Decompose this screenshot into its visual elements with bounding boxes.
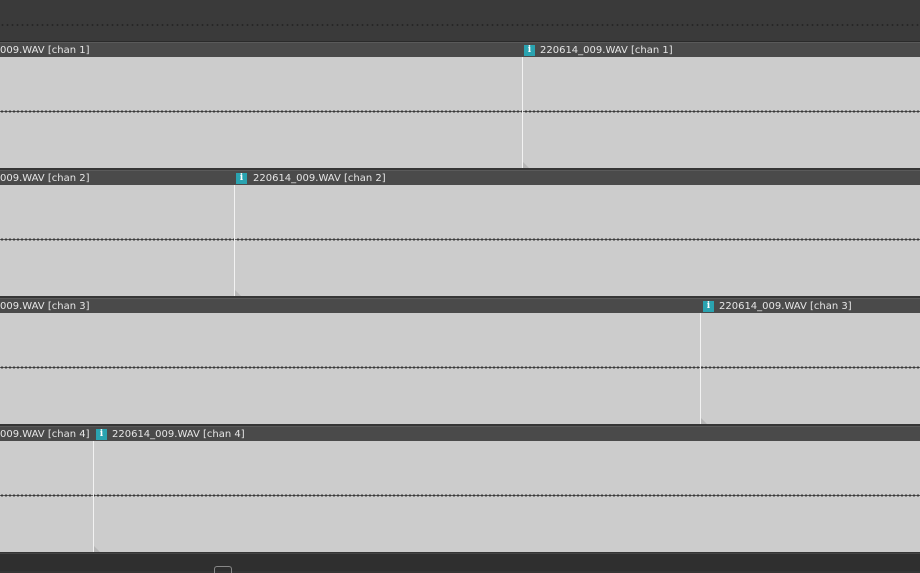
- waveform: [0, 494, 920, 497]
- info-icon[interactable]: i: [96, 429, 107, 440]
- clip-boundary[interactable]: [93, 441, 94, 552]
- clip-label-right[interactable]: 220614_009.WAV [chan 1]: [540, 44, 673, 57]
- clip-waveform-area[interactable]: [0, 57, 920, 168]
- clip-waveform-area[interactable]: [0, 313, 920, 424]
- track-lane-4[interactable]: 009.WAV [chan 4] i 220614_009.WAV [chan …: [0, 426, 920, 552]
- clip-header-bar[interactable]: 009.WAV [chan 1] i 220614_009.WAV [chan …: [0, 42, 920, 57]
- info-icon[interactable]: i: [703, 301, 714, 312]
- fade-handle-icon[interactable]: [94, 546, 100, 552]
- waveform: [0, 366, 920, 369]
- clip-label-right[interactable]: 220614_009.WAV [chan 4]: [112, 428, 245, 441]
- horizontal-scrollbar[interactable]: [0, 553, 920, 573]
- empty-track[interactable]: [0, 0, 920, 42]
- clip-label-left[interactable]: 009.WAV [chan 4]: [0, 428, 89, 441]
- clip-header-bar[interactable]: 009.WAV [chan 3] i 220614_009.WAV [chan …: [0, 298, 920, 313]
- fade-handle-icon[interactable]: [235, 290, 241, 296]
- track-lane-1[interactable]: 009.WAV [chan 1] i 220614_009.WAV [chan …: [0, 42, 920, 168]
- clip-label-right[interactable]: 220614_009.WAV [chan 3]: [719, 300, 852, 313]
- clip-label-left[interactable]: 009.WAV [chan 3]: [0, 300, 89, 313]
- clip-label-left[interactable]: 009.WAV [chan 2]: [0, 172, 89, 185]
- info-icon[interactable]: i: [524, 45, 535, 56]
- clip-waveform-area[interactable]: [0, 185, 920, 296]
- track-lane-3[interactable]: 009.WAV [chan 3] i 220614_009.WAV [chan …: [0, 298, 920, 424]
- waveform: [0, 110, 920, 113]
- clip-header-bar[interactable]: 009.WAV [chan 4] i 220614_009.WAV [chan …: [0, 426, 920, 441]
- clip-label-right[interactable]: 220614_009.WAV [chan 2]: [253, 172, 386, 185]
- clip-label-left[interactable]: 009.WAV [chan 1]: [0, 44, 89, 57]
- info-icon[interactable]: i: [236, 173, 247, 184]
- fade-handle-icon[interactable]: [523, 162, 529, 168]
- clip-boundary[interactable]: [234, 185, 235, 296]
- waveform: [0, 238, 920, 241]
- clip-waveform-area[interactable]: [0, 441, 920, 552]
- fade-handle-icon[interactable]: [701, 418, 707, 424]
- clip-header-bar[interactable]: 009.WAV [chan 2] i 220614_009.WAV [chan …: [0, 170, 920, 185]
- clip-boundary[interactable]: [700, 313, 701, 424]
- clip-boundary[interactable]: [522, 57, 523, 168]
- empty-track-line: [0, 24, 920, 26]
- track-lane-2[interactable]: 009.WAV [chan 2] i 220614_009.WAV [chan …: [0, 170, 920, 296]
